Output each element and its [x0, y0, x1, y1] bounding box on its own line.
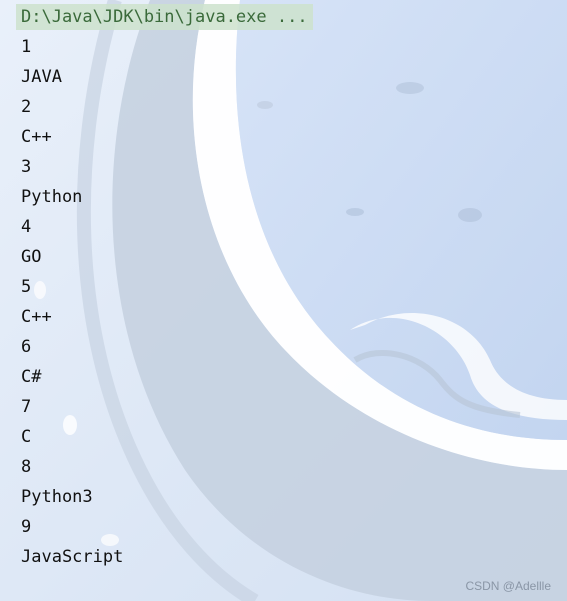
- watermark: CSDN @Adellle: [465, 579, 551, 593]
- console-output-panel[interactable]: D:\Java\JDK\bin\java.exe ... 1 JAVA 2 C+…: [0, 0, 567, 601]
- output-line: C: [21, 427, 32, 447]
- output-line: 3: [21, 157, 32, 177]
- output-line: 2: [21, 97, 32, 117]
- output-line: 6: [21, 337, 32, 357]
- output-line: 5: [21, 277, 32, 297]
- output-line: C++: [21, 307, 52, 327]
- output-line: Python: [21, 187, 83, 207]
- program-output: 1 JAVA 2 C++ 3 Python 4 GO 5 C++ 6 C# 7 …: [21, 32, 123, 572]
- output-line: JavaScript: [21, 547, 124, 567]
- output-line: 4: [21, 217, 32, 237]
- output-line: C#: [21, 367, 42, 387]
- java-command-line[interactable]: D:\Java\JDK\bin\java.exe ...: [16, 4, 313, 30]
- output-line: Python3: [21, 487, 93, 507]
- output-line: 1: [21, 37, 32, 57]
- output-line: JAVA: [21, 67, 62, 87]
- output-line: 7: [21, 397, 32, 417]
- output-line: GO: [21, 247, 42, 267]
- output-line: 9: [21, 517, 32, 537]
- output-line: C++: [21, 127, 52, 147]
- output-line: 8: [21, 457, 32, 477]
